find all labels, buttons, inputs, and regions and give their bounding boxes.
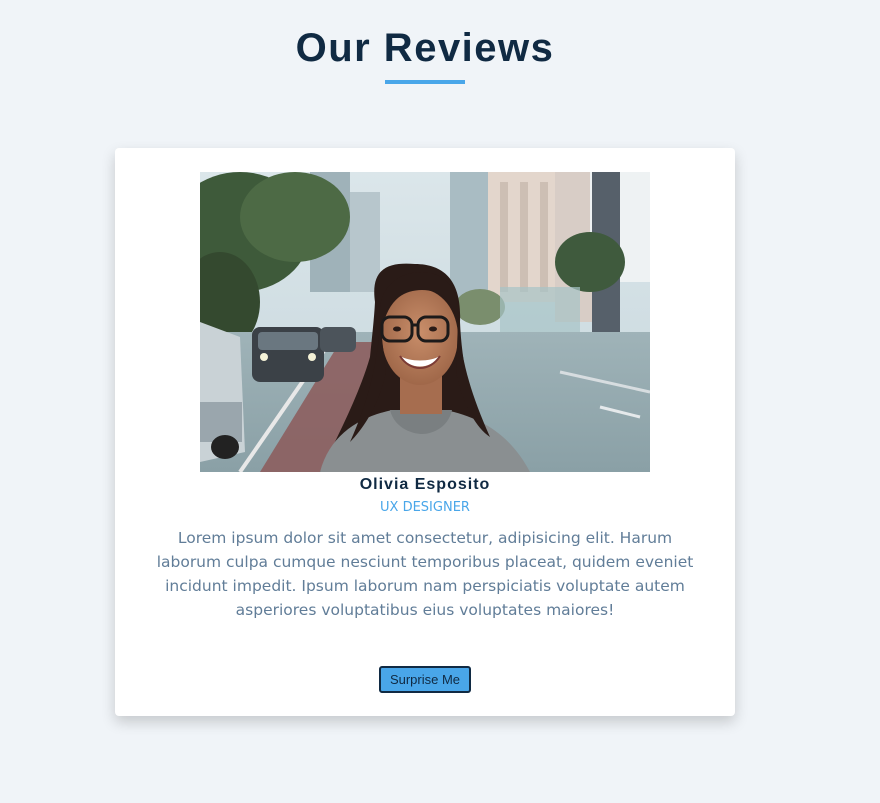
author-job: UX DESIGNER xyxy=(380,500,470,515)
title-section: Our Reviews xyxy=(0,24,850,72)
author-name: Olivia Esposito xyxy=(359,476,491,493)
review-card: Olivia Esposito UX DESIGNER Lorem ipsum … xyxy=(115,148,735,716)
surprise-me-button[interactable]: Surprise Me xyxy=(379,666,471,693)
title-underline xyxy=(385,80,465,84)
page-title: Our Reviews xyxy=(295,26,555,70)
person-photo xyxy=(200,172,650,472)
review-text: Lorem ipsum dolor sit amet consectetur, … xyxy=(156,529,694,619)
